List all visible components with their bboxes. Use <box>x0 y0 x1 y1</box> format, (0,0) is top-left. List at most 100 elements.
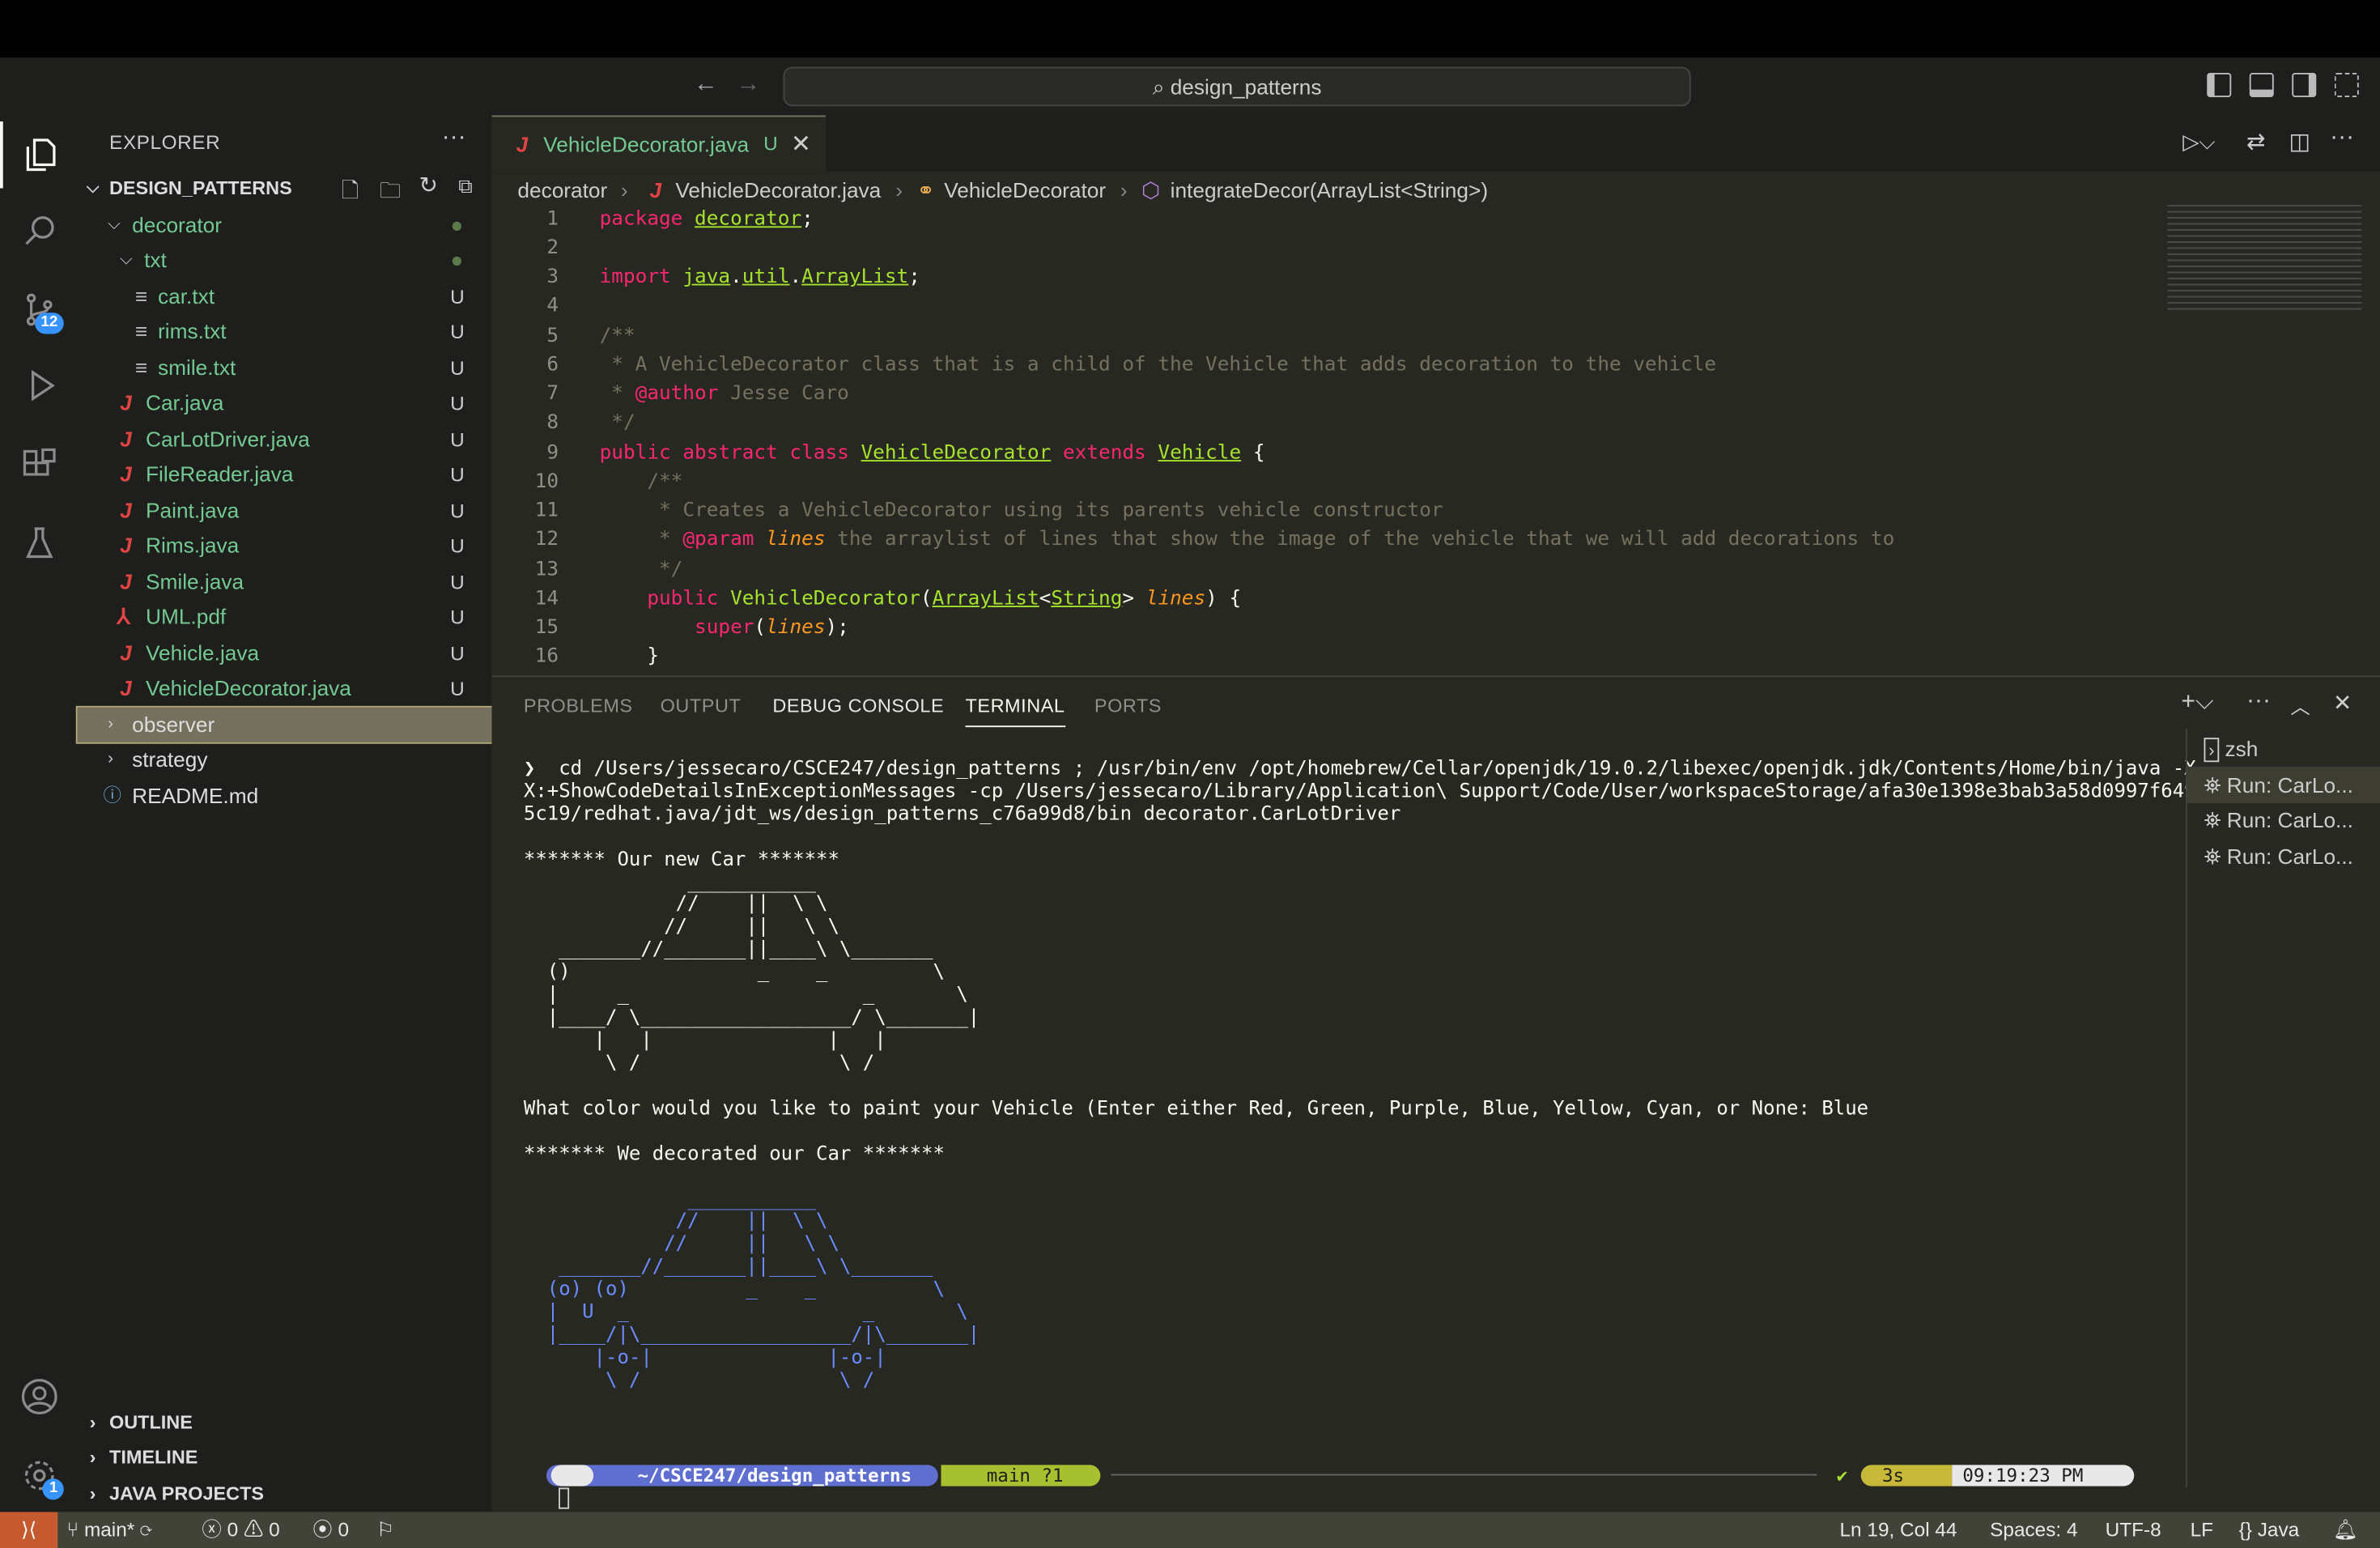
tree-item-txt[interactable]: ⌵ txt <box>78 243 492 278</box>
search-icon: ⌕ <box>1152 74 1171 99</box>
text-file-icon: ≡ <box>134 283 148 308</box>
chevron-down-icon: ⌵ <box>86 179 100 198</box>
toggle-panel-icon[interactable] <box>2249 73 2274 97</box>
tree-item-file[interactable]: ≡ smile.txt U <box>78 351 492 385</box>
java-file-icon: J <box>120 426 132 451</box>
minimap[interactable] <box>2167 205 2362 312</box>
code-line: * A VehicleDecorator class that is a chi… <box>599 353 1717 376</box>
close-panel-icon[interactable]: ✕ <box>2333 689 2352 717</box>
tab-ports[interactable]: PORTS <box>1094 695 1162 717</box>
tree-item-file[interactable]: J CarLotDriver.java U <box>78 422 492 457</box>
java-file-icon: J <box>120 675 132 700</box>
source-control-icon[interactable]: 12 <box>0 276 78 343</box>
tree-item-file[interactable]: ⅄ UML.pdf U <box>78 600 492 635</box>
cursor-position[interactable]: Ln 19, Col 44 <box>1840 1512 1957 1548</box>
explorer-icon[interactable] <box>0 121 78 189</box>
tree-item-file[interactable]: J Smile.java U <box>78 565 492 600</box>
language-mode[interactable]: {} Java <box>2239 1512 2300 1548</box>
compare-changes-icon[interactable]: ⇄ <box>2246 128 2266 155</box>
tree-item-file[interactable]: J Paint.java U <box>78 493 492 528</box>
more-actions-icon[interactable]: ··· <box>442 125 466 152</box>
remote-indicator-icon[interactable]: ⟩⟨ <box>0 1512 58 1548</box>
terminal-item-zsh[interactable]: › zsh <box>2204 736 2258 763</box>
tab-output[interactable]: OUTPUT <box>661 695 742 717</box>
outline-section[interactable]: › OUTLINE <box>78 1406 492 1440</box>
panel-more-icon[interactable]: ··· <box>2246 687 2271 715</box>
notifications-bell-icon[interactable]: 🔔︎ <box>2333 1512 2358 1548</box>
java-projects-section[interactable]: › JAVA PROJECTS <box>78 1477 492 1512</box>
tree-item-file[interactable]: J VehicleDecorator.java U <box>78 671 492 706</box>
modified-dot-icon <box>452 221 461 231</box>
customize-layout-icon[interactable] <box>2334 73 2359 97</box>
code-line: * Creates a VehicleDecorator using its p… <box>599 499 1443 522</box>
code-line: import java.util.ArrayList; <box>599 266 920 289</box>
tree-item-file[interactable]: ≡ rims.txt U <box>78 314 492 349</box>
search-view-icon[interactable] <box>0 198 78 265</box>
refresh-icon[interactable]: ↻ <box>419 172 439 199</box>
method-icon: ⬡ <box>1141 177 1160 202</box>
run-icon[interactable]: ▷⌵ <box>2182 129 2215 155</box>
debug-launch-icon[interactable]: ⚐ <box>376 1512 394 1548</box>
problems-status[interactable]: ⓧ 0 ⚠ 0 <box>202 1512 279 1548</box>
tree-item-decorator[interactable]: ⌵ decorator <box>78 208 492 243</box>
editor-more-icon[interactable]: ··· <box>2330 125 2354 152</box>
tree-item-readme[interactable]: ⓘ README.md <box>78 779 492 814</box>
collapse-all-icon[interactable]: ⧉ <box>458 175 472 199</box>
code-line: * @author Jesse Caro <box>599 382 849 406</box>
debug-icon: ⛯ <box>2204 807 2221 832</box>
terminal-item-run[interactable]: ⛯ Run: CarLo... <box>2204 772 2353 798</box>
maximize-panel-icon[interactable]: ︿ <box>2290 691 2310 720</box>
testing-icon[interactable] <box>0 510 78 577</box>
java-file-icon: J <box>120 498 132 522</box>
text-file-icon: ≡ <box>134 355 148 380</box>
timeline-section[interactable]: › TIMELINE <box>78 1440 492 1475</box>
tree-item-file[interactable]: J Vehicle.java U <box>78 636 492 671</box>
indentation[interactable]: Spaces: 4 <box>1990 1512 2077 1548</box>
close-icon[interactable]: ✕ <box>791 129 811 159</box>
tree-item-observer[interactable]: › observer <box>75 705 494 744</box>
terminal-output[interactable]: ❯ cd /Users/jessecaro/CSCE247/design_pat… <box>523 758 2196 1488</box>
command-center-search[interactable]: ⌕ design_patterns <box>783 66 1691 107</box>
debug-icon: ⛯ <box>2204 772 2221 797</box>
new-terminal-icon[interactable]: +⌵ <box>2181 689 2213 717</box>
ports-status[interactable]: ⦿ 0 <box>312 1512 349 1548</box>
code-line: */ <box>599 559 683 582</box>
eol[interactable]: LF <box>2191 1512 2213 1548</box>
extensions-icon[interactable] <box>0 432 78 499</box>
run-debug-icon[interactable] <box>0 352 78 419</box>
chevron-down-icon: ⌵ <box>120 250 133 269</box>
accounts-icon[interactable] <box>0 1363 78 1431</box>
tree-item-file[interactable]: J Rims.java U <box>78 529 492 563</box>
java-file-icon: J <box>120 640 132 666</box>
tree-item-strategy[interactable]: › strategy <box>78 742 492 777</box>
status-bar: ⑂ main* ⟳ ⓧ 0 ⚠ 0 ⦿ 0 ⚐ Ln 19, Col 44 Sp… <box>0 1512 2380 1548</box>
code-editor[interactable]: 1 2 3 4 5 6 7 8 9 10 11 12 13 14 15 16 p… <box>492 208 2162 676</box>
tab-terminal[interactable]: TERMINAL <box>965 695 1065 728</box>
terminal-item-run[interactable]: ⛯ Run: CarLo... <box>2204 844 2353 870</box>
tree-item-file[interactable]: J FileReader.java U <box>78 457 492 491</box>
forward-icon[interactable]: → <box>736 71 760 99</box>
settings-gear-icon[interactable]: 1 <box>0 1442 78 1509</box>
tab-problems[interactable]: PROBLEMS <box>524 695 633 717</box>
new-folder-icon[interactable]: 🗀 <box>380 175 401 211</box>
back-icon[interactable]: ← <box>694 71 718 99</box>
split-editor-icon[interactable]: ◫ <box>2289 128 2311 155</box>
terminal-item-run[interactable]: ⛯ Run: CarLo... <box>2204 808 2353 834</box>
branch-status[interactable]: ⑂ main* ⟳ <box>67 1512 152 1548</box>
git-branch-icon: ⑂ <box>66 1518 79 1542</box>
code-line: public abstract class VehicleDecorator e… <box>599 441 1265 465</box>
toggle-sidebar-icon[interactable] <box>2207 73 2232 97</box>
class-icon: ⚭ <box>916 177 935 202</box>
java-file-icon: J <box>120 533 132 558</box>
paint-prompt: What color would you like to paint your … <box>523 1097 1869 1121</box>
tree-item-file[interactable]: J Car.java U <box>78 385 492 420</box>
chevron-right-icon: › <box>89 1482 96 1505</box>
tab-debug-console[interactable]: DEBUG CONSOLE <box>772 695 944 717</box>
tab-vehicledecorator[interactable]: J VehicleDecorator.java U ✕ <box>491 115 826 172</box>
tree-item-file[interactable]: ≡ car.txt U <box>78 279 492 314</box>
toggle-secondary-sidebar-icon[interactable] <box>2292 73 2317 97</box>
java-file-icon: J <box>649 177 662 202</box>
new-file-icon[interactable]: 🗋 <box>342 175 359 211</box>
encoding[interactable]: UTF-8 <box>2106 1512 2161 1548</box>
code-line: /** <box>599 325 635 348</box>
